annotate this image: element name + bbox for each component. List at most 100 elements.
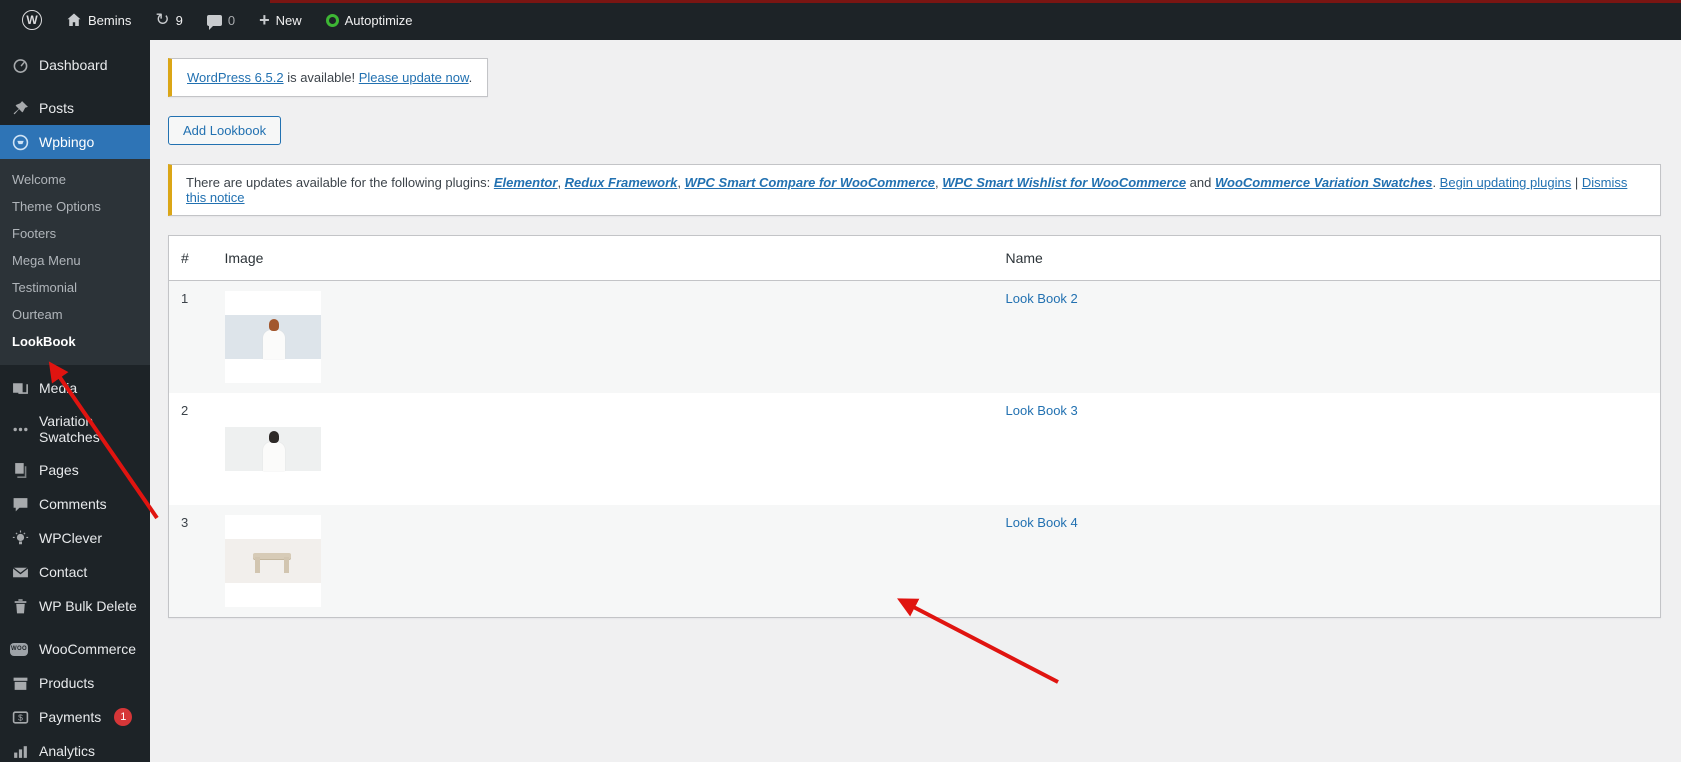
site-name: Bemins [88,12,132,28]
wordpress-version-link[interactable]: WordPress 6.5.2 [187,70,284,85]
sidebar-item-analytics[interactable]: Analytics [0,734,150,762]
woocommerce-icon: WOO [10,642,30,656]
sidebar-item-media[interactable]: Media [0,371,150,405]
comment-icon [10,496,30,513]
submenu-item-welcome[interactable]: Welcome [0,166,150,193]
sidebar-item-label: Contact [39,564,88,580]
home-icon [66,12,82,28]
media-icon [10,380,30,397]
sidebar-item-wpclever[interactable]: WPClever [0,521,150,555]
autoptimize-ring-icon [325,13,339,27]
box-icon [10,675,30,692]
row-number: 2 [181,403,189,418]
plugin-link-redux-framework[interactable]: Redux Framework [565,175,678,190]
sidebar-item-payments[interactable]: $ Payments 1 [0,700,150,734]
sidebar-item-label: Products [39,675,95,691]
submenu-item-ourteam[interactable]: Ourteam [0,301,150,328]
sidebar-item-label: WPClever [39,530,103,546]
trash-icon [10,598,30,615]
sidebar-item-comments[interactable]: Comments [0,487,150,521]
lookbook-name-link[interactable]: Look Book 3 [1006,403,1078,418]
submenu-item-mega-menu[interactable]: Mega Menu [0,247,150,274]
separator: | [1571,175,1582,190]
separator: and [1186,175,1215,190]
dollar-icon: $ [10,709,30,726]
pages-icon [10,462,30,479]
sidebar-item-label: Media [39,380,78,396]
sidebar-item-label: WooCommerce [39,641,136,657]
lookbook-thumbnail-bench [224,515,321,607]
sidebar-item-products[interactable]: Products [0,666,150,700]
lookbook-table: # Image Name 1 Look Book 2 2 Look Book 3… [168,235,1661,618]
updates-count: 9 [175,12,183,28]
plugin-link-wpc-smart-wishlist[interactable]: WPC Smart Wishlist for WooCommerce [942,175,1186,190]
table-row: 3 Look Book 4 [168,505,1661,618]
payments-badge: 1 [114,708,133,726]
begin-updating-plugins-link[interactable]: Begin updating plugins [1440,175,1572,190]
submenu-item-lookbook[interactable]: LookBook [0,328,150,355]
sidebar-item-woocommerce[interactable]: WOO WooCommerce [0,632,150,666]
plugin-update-notice: There are updates available for the foll… [168,164,1661,216]
new-label: New [275,12,302,28]
table-header-row: # Image Name [168,235,1661,281]
svg-text:$: $ [18,712,23,722]
sidebar-item-label: Variation Swatches [39,413,100,445]
row-number: 3 [181,515,189,530]
lookbook-thumbnail-woman-redhead [224,291,321,383]
sidebar-item-label: WP Bulk Delete [39,598,137,614]
bulb-icon [10,530,30,547]
sidebar-item-wp-bulk-delete[interactable]: WP Bulk Delete [0,589,150,623]
lookbook-name-link[interactable]: Look Book 4 [1006,515,1078,530]
table-row: 1 Look Book 2 [168,280,1661,393]
wpbingo-submenu: Welcome Theme Options Footers Mega Menu … [0,159,150,365]
sidebar-item-label: Dashboard [39,57,108,73]
bar-chart-icon [10,743,30,760]
table-row: 2 Look Book 3 [168,393,1661,505]
column-header-name: Name [993,235,1661,281]
core-update-notice: WordPress 6.5.2 is available! Please upd… [168,58,489,97]
please-update-link[interactable]: Please update now [359,70,469,85]
sidebar-item-dashboard[interactable]: Dashboard [0,48,150,82]
submenu-item-footers[interactable]: Footers [0,220,150,247]
core-update-text: is available! [283,70,359,85]
plugin-link-wpc-smart-compare[interactable]: WPC Smart Compare for WooCommerce [685,175,935,190]
sidebar-item-label: Comments [39,496,107,512]
plugin-notice-prefix: There are updates available for the foll… [186,175,494,190]
submenu-item-theme-options[interactable]: Theme Options [0,193,150,220]
comment-bubble-icon [206,14,222,30]
sidebar-item-pages[interactable]: Pages [0,453,150,487]
admin-bar: W Bemins ↻ 9 0 + New Autoptimize [0,0,1681,40]
sidebar-item-label: Payments [39,709,102,725]
sidebar-item-label: Pages [39,462,79,478]
comments-button[interactable]: 0 [195,0,247,40]
refresh-icon: ↻ [155,10,170,29]
updates-button[interactable]: ↻ 9 [143,0,194,40]
sidebar-item-variation-swatches[interactable]: Variation Swatches [0,405,150,453]
autoptimize-button[interactable]: Autoptimize [314,0,425,40]
wpbingo-logo-icon [10,134,30,151]
main-content: WordPress 6.5.2 is available! Please upd… [150,40,1681,762]
column-header-number: # [168,235,213,281]
plugin-link-variation-swatches[interactable]: WooCommerce Variation Swatches [1215,175,1432,190]
admin-sidebar: Dashboard Posts Wpbingo Welcome Theme Op… [0,40,165,762]
sidebar-item-label: Posts [39,100,75,116]
sidebar-item-wpbingo[interactable]: Wpbingo [0,125,165,159]
new-content-button[interactable]: + New [247,0,314,40]
sidebar-item-label: Wpbingo [39,134,95,150]
dots-icon [10,421,30,438]
window-top-red-strip [270,0,1681,3]
site-home-link[interactable]: Bemins [54,0,143,40]
envelope-icon [10,564,30,581]
sidebar-item-contact[interactable]: Contact [0,555,150,589]
sidebar-item-posts[interactable]: Posts [0,91,150,125]
autoptimize-label: Autoptimize [344,12,413,28]
add-lookbook-button[interactable]: Add Lookbook [168,116,282,145]
lookbook-name-link[interactable]: Look Book 2 [1006,291,1078,306]
core-update-period: . [468,70,473,85]
pin-icon [10,100,30,117]
submenu-item-testimonial[interactable]: Testimonial [0,274,150,301]
plugin-link-elementor[interactable]: Elementor [494,175,558,190]
comments-count: 0 [227,12,236,28]
row-number: 1 [181,291,189,306]
wordpress-menu-button[interactable]: W [10,0,54,40]
